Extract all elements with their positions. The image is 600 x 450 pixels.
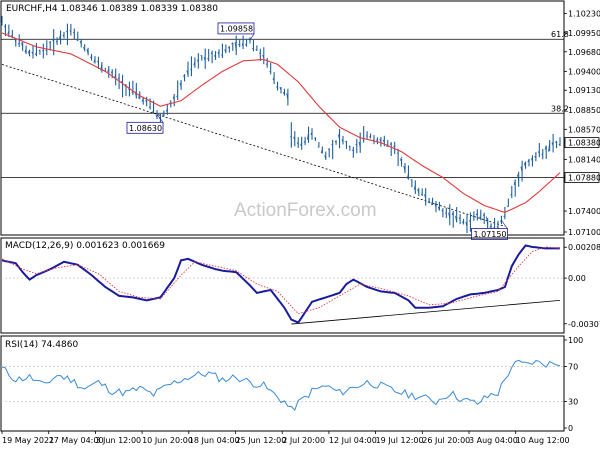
price-axis-label: 1.09950 bbox=[568, 29, 600, 38]
price-axis-label: 1.08140 bbox=[568, 155, 600, 164]
price-axis-label: 1.09680 bbox=[568, 48, 600, 57]
watermark: ActionForex.com bbox=[234, 200, 377, 221]
fib-level-label: 38.2 bbox=[551, 104, 569, 113]
fib-level-label: 61.8 bbox=[551, 30, 569, 39]
price-axis-label: 1.07400 bbox=[568, 207, 600, 216]
time-axis-label: 18 Jun 04:00 bbox=[189, 436, 240, 445]
price-bar-tick bbox=[314, 137, 316, 139]
svg-text:1.08630: 1.08630 bbox=[129, 124, 162, 133]
price-axis-label: 1.09400 bbox=[568, 67, 600, 76]
price-axis-label: 1.07880 bbox=[568, 174, 600, 183]
price-axis-label: 1.09130 bbox=[568, 86, 600, 95]
time-axis-label: 2 Jul 20:00 bbox=[282, 436, 325, 445]
price-panel-title: EURCHF,H4 1.08346 1.08389 1.08339 1.0838… bbox=[6, 4, 218, 14]
rsi-axis-label: 0 bbox=[568, 424, 573, 433]
time-axis-label: 25 Jun 12:00 bbox=[236, 436, 287, 445]
price-axis-label: 1.10230 bbox=[568, 9, 600, 18]
time-axis-label: 10 Aug 12:00 bbox=[516, 436, 570, 445]
macd-axis-label: -0.003079 bbox=[568, 320, 600, 329]
price-bar-tick bbox=[148, 106, 151, 108]
time-axis-label: 12 Jul 04:00 bbox=[329, 436, 377, 445]
price-axis-label: 1.08850 bbox=[568, 106, 600, 115]
price-bar-tick bbox=[41, 50, 44, 52]
macd-axis-label: 0.00 bbox=[568, 274, 586, 283]
rsi-axis-label: 100 bbox=[568, 336, 583, 345]
macd-axis-label: 0.002081 bbox=[568, 243, 600, 252]
time-axis-label: 26 Jul 20:00 bbox=[422, 436, 470, 445]
rsi-panel-title: RSI(14) 74.4860 bbox=[5, 340, 78, 350]
time-axis-label: 19 May 2021 bbox=[2, 436, 54, 445]
price-axis-label: 1.07100 bbox=[568, 228, 600, 237]
chart-canvas: EURCHF,H4 1.08346 1.08389 1.08339 1.0838… bbox=[0, 0, 600, 450]
time-axis-label: 10 Jun 20:00 bbox=[142, 436, 193, 445]
rsi-axis-label: 30 bbox=[568, 398, 578, 407]
rsi-axis-label: 70 bbox=[568, 362, 578, 371]
price-axis-label: 1.08570 bbox=[568, 125, 600, 134]
price-axis-label: 1.08380 bbox=[568, 139, 600, 148]
price-bar-tick bbox=[269, 71, 271, 73]
time-axis-label: 3 Aug 04:00 bbox=[469, 436, 518, 445]
time-axis-label: 3 Jun 12:00 bbox=[95, 436, 141, 445]
macd-panel-title: MACD(12,26,9) 0.001623 0.001669 bbox=[5, 241, 165, 251]
price-bar-tick bbox=[355, 143, 357, 146]
time-axis-label: 19 Jul 12:00 bbox=[376, 436, 424, 445]
svg-text:1.09858: 1.09858 bbox=[220, 24, 253, 33]
